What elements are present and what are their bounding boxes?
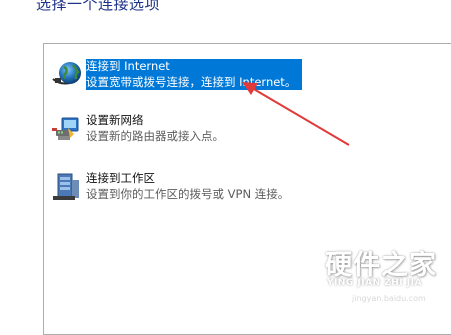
watermark-name: 硬件之家 <box>325 250 437 281</box>
hexagon-logo-icon <box>284 241 320 283</box>
watermark: 硬件之家 YING JIAN ZHI JIA jingyan.baidu.com <box>282 241 451 316</box>
option-description: 设置到你的工作区的拨号或 VPN 连接。 <box>86 187 290 201</box>
page-title: 选择一个连接选项 <box>36 0 161 13</box>
option-title: 连接到 Internet <box>86 59 170 73</box>
router-setup-icon <box>52 117 79 140</box>
option-title: 设置新网络 <box>86 113 144 127</box>
workplace-server-icon <box>53 173 79 200</box>
option-connect-workplace[interactable]: 连接到工作区 设置到你的工作区的拨号或 VPN 连接。 <box>44 168 451 204</box>
option-connect-internet[interactable]: 连接到 Internet 设置宽带或拨号连接，连接到 Internet。 <box>44 56 451 92</box>
globe-network-icon <box>52 62 81 85</box>
option-title: 连接到工作区 <box>86 171 155 185</box>
option-description: 设置宽带或拨号连接，连接到 Internet。 <box>86 75 297 89</box>
option-description: 设置新的路由器或接入点。 <box>86 129 224 143</box>
option-setup-new-network[interactable]: 设置新网络 设置新的路由器或接入点。 <box>44 110 451 146</box>
watermark-url: jingyan.baidu.com <box>352 294 426 303</box>
watermark-pinyin: YING JIAN ZHI JIA <box>327 278 422 288</box>
